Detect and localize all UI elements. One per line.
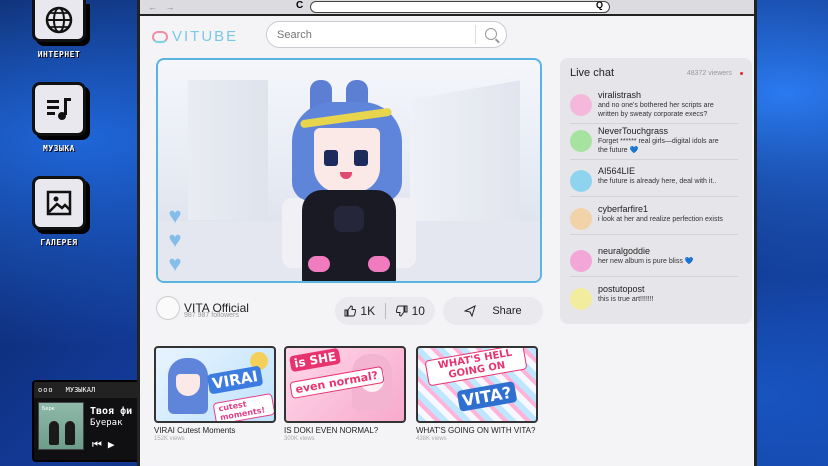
chat-message: postutopost this is true art!!!!!!!: [570, 284, 738, 314]
chat-avatar[interactable]: [570, 208, 592, 230]
viewer-count: 48372 viewers: [686, 70, 732, 77]
live-indicator: [740, 72, 743, 75]
chat-username[interactable]: cyberfarfire1: [598, 204, 728, 214]
chat-username[interactable]: viralistrash: [598, 90, 728, 100]
thumbnail-sticker: VIRAI: [206, 365, 264, 395]
share-button[interactable]: Share: [443, 297, 543, 325]
back-forward-buttons[interactable]: ← →: [148, 2, 178, 12]
chat-username[interactable]: postutopost: [598, 284, 728, 294]
search-input[interactable]: [277, 28, 467, 41]
chat-text: i look at her and realize perfection exi…: [598, 216, 723, 223]
dislike-button[interactable]: 10: [386, 304, 436, 318]
thumbs-up-icon: [344, 305, 357, 317]
video-views: 300K views: [284, 436, 315, 442]
video-title[interactable]: WHAT'S GOING ON WITH VITA?: [416, 426, 538, 435]
desktop-icon-label: ИНТЕРНЕТ: [37, 50, 81, 59]
player-controls: ⏮ ▶: [92, 438, 115, 452]
chat-username[interactable]: NeverTouchgrass: [598, 126, 728, 136]
reload-icon[interactable]: C: [296, 0, 303, 11]
like-button[interactable]: 1K: [335, 304, 385, 318]
chat-message: neuralgoddie her new album is pure bliss…: [570, 246, 738, 277]
video-thumbnail[interactable]: is SHE even normal?: [284, 346, 406, 423]
heart-icon: ♥: [168, 203, 182, 228]
live-chat-panel[interactable]: Live chat 48372 viewers viralistrash and…: [560, 58, 752, 324]
chat-title: Live chat: [570, 67, 615, 79]
logo-mark-icon: [152, 30, 168, 43]
chat-text: and no one's bothered her scripts are wr…: [598, 102, 714, 118]
thumbs-down-icon: [395, 305, 408, 317]
vita-avatar: [280, 78, 430, 281]
browser-search-icon[interactable]: Q: [596, 0, 603, 10]
desktop-icon-label: МУЗЫКА: [43, 144, 75, 153]
video-title[interactable]: IS DOKI EVEN NORMAL?: [284, 426, 406, 435]
browser-toolbar: ← → C Q: [140, 0, 754, 16]
previous-icon[interactable]: ⏮: [92, 438, 102, 452]
video-player[interactable]: ♥ ♥ ♥: [156, 58, 542, 283]
thumbnail-sticker: cutest moments!: [212, 392, 274, 421]
share-label: Share: [492, 305, 522, 317]
chat-text: the future is already here, deal with it…: [598, 178, 717, 185]
chat-message: cyberfarfire1 i look at her and realize …: [570, 204, 738, 235]
like-count: 1K: [360, 304, 376, 318]
channel-info[interactable]: VITA Official 987 987 followers: [156, 296, 249, 320]
address-bar[interactable]: [310, 1, 610, 13]
chat-avatar[interactable]: [570, 170, 592, 192]
send-icon: [464, 305, 477, 317]
player-title: МУЗЫКАЛ: [65, 386, 96, 394]
heart-icon: ♥: [168, 251, 182, 276]
video-card[interactable]: VIRAI cutest moments! VIRAI Cutest Momen…: [154, 346, 276, 442]
channel-followers: 987 987 followers: [184, 312, 239, 319]
chat-message: AI564LIE the future is already here, dea…: [570, 166, 738, 197]
video-views: 152K views: [154, 436, 185, 442]
chat-avatar[interactable]: [570, 130, 592, 152]
play-icon[interactable]: ▶: [108, 438, 115, 452]
chat-username[interactable]: neuralgoddie: [598, 246, 728, 256]
video-title[interactable]: VIRAI Cutest Moments: [154, 426, 276, 435]
window-dots: ooo: [38, 386, 54, 394]
chat-message: viralistrash and no one's bothered her s…: [570, 90, 738, 124]
thumbnail-sticker: is SHE: [288, 348, 342, 373]
logo-text: VITUBE: [172, 28, 239, 45]
album-cover: Берк: [38, 402, 84, 450]
image-icon: [32, 176, 86, 230]
search-icon[interactable]: [485, 28, 497, 40]
song-title: Твоя фи: [90, 406, 133, 417]
desktop-icon-label: ГАЛЕРЕЯ: [40, 238, 78, 247]
globe-icon: [32, 0, 86, 42]
desktop-icon-music[interactable]: МУЗЫКА: [22, 82, 96, 153]
chat-text: this is true art!!!!!!!: [598, 296, 654, 303]
site-logo[interactable]: VITUBE: [152, 28, 238, 45]
album-cover-caption: Берк: [42, 406, 55, 412]
thumbnail-sticker: WHAT'S HELL GOING ON: [424, 348, 528, 387]
chat-avatar[interactable]: [570, 288, 592, 310]
search-divider: [475, 25, 476, 44]
background-wall: [188, 80, 268, 220]
chat-text: her new album is pure bliss 💙: [598, 258, 694, 265]
chat-text: Forget ****** real girls—digital idols a…: [598, 138, 719, 154]
like-dislike-group: 1K 10: [335, 297, 435, 325]
song-artist: Буерак: [90, 418, 123, 428]
chat-avatar[interactable]: [570, 94, 592, 116]
chat-avatar[interactable]: [570, 250, 592, 272]
desktop-icon-gallery[interactable]: ГАЛЕРЕЯ: [22, 176, 96, 247]
search-bar[interactable]: [266, 21, 507, 48]
channel-avatar[interactable]: [156, 296, 180, 320]
video-thumbnail[interactable]: WHAT'S HELL GOING ON VITA?: [416, 346, 538, 423]
browser-window: ← → C Q VITUBE Search ♥ ♥ ♥ VITA Officia…: [137, 0, 757, 466]
chat-username[interactable]: AI564LIE: [598, 166, 728, 176]
thumbnail-sticker: VITA?: [456, 381, 518, 412]
music-player-widget[interactable]: ooo МУЗЫКАЛ Берк Твоя фи Буерак ⏮ ▶: [32, 380, 140, 462]
desktop-icon-internet[interactable]: ИНТЕРНЕТ: [22, 0, 96, 59]
reaction-hearts: ♥ ♥ ♥: [164, 203, 186, 276]
video-views: 438K views: [416, 436, 447, 442]
dislike-count: 10: [411, 304, 425, 318]
video-card[interactable]: is SHE even normal? IS DOKI EVEN NORMAL?…: [284, 346, 406, 442]
video-card[interactable]: WHAT'S HELL GOING ON VITA? WHAT'S GOING …: [416, 346, 538, 442]
video-thumbnail[interactable]: VIRAI cutest moments!: [154, 346, 276, 423]
chat-message: NeverTouchgrass Forget ****** real girls…: [570, 126, 738, 160]
player-title-bar[interactable]: ooo МУЗЫКАЛ: [34, 382, 138, 398]
music-list-icon: [32, 82, 86, 136]
heart-icon: ♥: [168, 227, 182, 252]
